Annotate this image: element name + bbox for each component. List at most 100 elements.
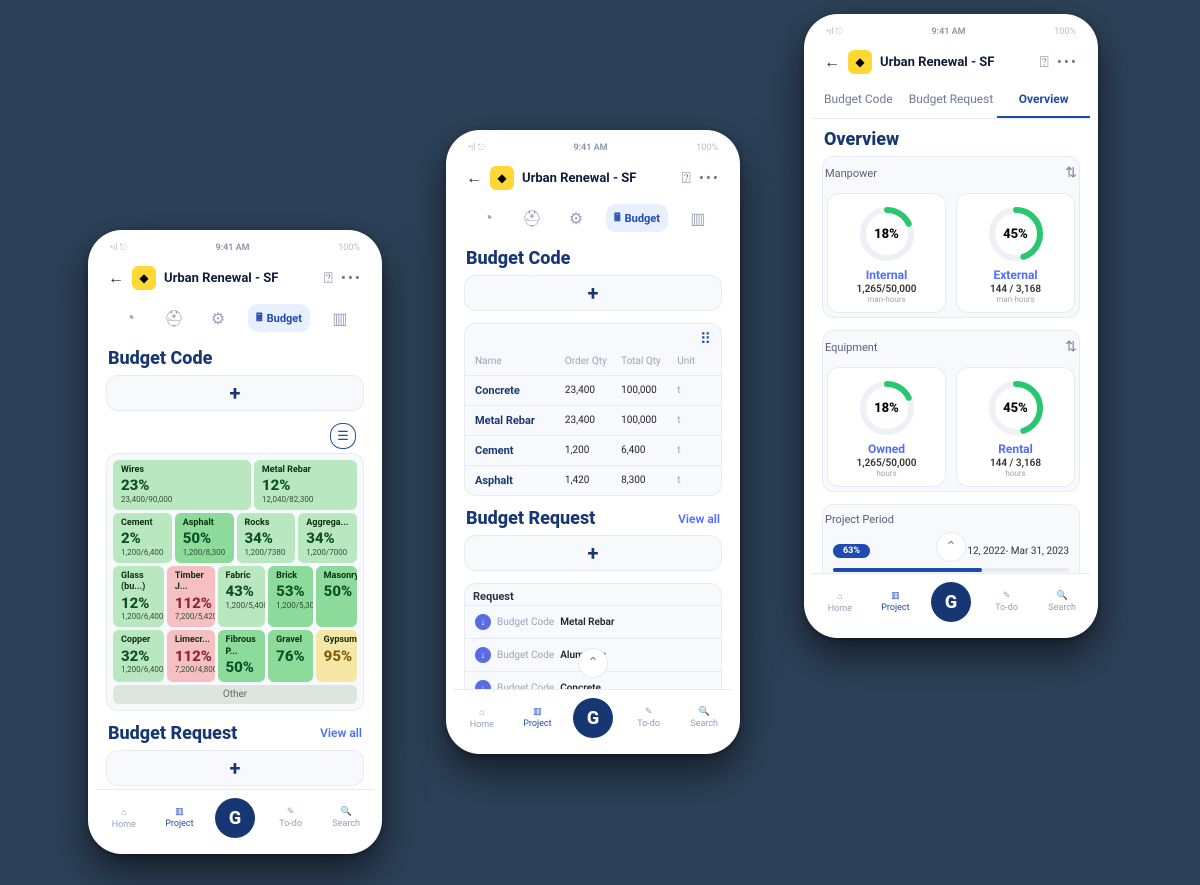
donut-card[interactable]: 45% External 144 / 3,168 man-hours [956,193,1075,313]
collapse-up-button[interactable]: ⌃ [578,648,608,678]
signal-icon: •ıl ⎋ [826,27,843,37]
treemap-cell[interactable]: Copper32%1,200/6,400 [113,630,164,681]
donut-card[interactable]: 18% Owned 1,265/50,000 hours [827,367,946,487]
tab-project[interactable]: ▥Project [510,707,566,729]
treemap-cell[interactable]: Gypsum...95% [316,630,357,681]
treemap-cell[interactable]: Gravel76% [268,630,313,681]
tab-fab[interactable]: G [207,798,263,838]
tab-search[interactable]: 🔍Search [1034,591,1090,613]
add-budget-code-button[interactable]: + [465,276,721,310]
treemap-cell[interactable]: Rocks34%1,200/7380 [237,513,296,563]
back-icon[interactable]: ← [466,168,482,188]
search-icon: 🔍 [699,707,710,717]
add-budget-request-button[interactable]: + [465,536,721,570]
donut-card[interactable]: 18% Internal 1,265/50,000 man-hours [827,193,946,313]
table-row[interactable]: Cement1,2006,400t [465,435,721,465]
add-user-icon[interactable]: ⍰ [682,169,691,187]
add-user-icon[interactable]: ⍰ [1040,53,1049,71]
tab-todo[interactable]: ✎To-do [979,591,1035,613]
back-icon[interactable]: ← [108,268,124,288]
tabbar: ⌂Home ▥Project G ✎To-do 🔍Search [96,789,374,846]
tab-project[interactable]: ▥Project [152,807,208,829]
tab-project[interactable]: ▥Project [868,591,924,613]
status-bar: •ıl ⎋ 9:41 AM 100% [812,22,1090,42]
fab-g-icon[interactable]: G [215,798,255,838]
header-bar: ← ◆ Urban Renewal - SF ⍰ ••• [812,42,1090,82]
seg-speedometer-icon[interactable]: ◔ [474,204,502,232]
tab-home[interactable]: ⌂Home [454,707,510,730]
tab-search[interactable]: 🔍Search [318,807,374,829]
budget-code-heading: Budget Code [466,248,722,269]
treemap-other[interactable]: Other [113,685,357,704]
search-icon: 🔍 [341,807,352,817]
more-icon[interactable]: ••• [341,269,362,287]
seg-mixer-icon[interactable]: ⚙ [562,204,590,232]
status-time: 9:41 AM [216,243,250,253]
seg-helmet-icon[interactable]: ⛑ [518,204,546,232]
swap-icon[interactable]: ⇅ [1065,339,1077,355]
treemap-cell[interactable]: Glass (bu...)12%1,200/6,400 [113,566,164,627]
fab-g-icon[interactable]: G [931,582,971,622]
home-icon: ⌂ [479,707,484,718]
seg-drawing-icon[interactable]: ▥ [684,204,712,232]
grid-view-toggle-icon[interactable]: ⠿ [700,330,711,348]
treemap-cell[interactable]: Cement2%1,200/6,400 [113,513,172,563]
donut-card[interactable]: 45% Rental 144 / 3,168 hours [956,367,1075,487]
fab-g-icon[interactable]: G [573,698,613,738]
seg-budget[interactable]: 🖩Budget [248,304,310,332]
download-icon: ↓ [475,647,491,663]
download-icon: ↓ [475,614,491,630]
tab-home[interactable]: ⌂Home [96,807,152,830]
app-logo-icon: ◆ [132,266,156,290]
tabbar: ⌂Home ▥Project G ✎To-do 🔍Search [812,573,1090,630]
treemap-cell[interactable]: Asphalt50%1,200/8,300 [175,513,234,563]
budget-request-heading: Budget Request [108,723,237,744]
tabbar: ⌂Home ▥Project G ✎To-do 🔍Search [454,689,732,746]
treemap-cell[interactable]: Fabric43%1,200/5,400 [218,566,266,627]
treemap-cell[interactable]: Masonry50% [316,566,357,627]
add-budget-request-button[interactable]: + [107,751,363,785]
subtab-budget-code[interactable]: Budget Code [812,82,905,118]
seg-budget[interactable]: 🖩Budget [606,204,668,232]
tab-search[interactable]: 🔍Search [676,707,732,729]
category-switcher: ◔ ⛑ ⚙ 🖩Budget ▥ [96,298,374,338]
back-icon[interactable]: ← [824,52,840,72]
seg-helmet-icon[interactable]: ⛑ [160,304,188,332]
request-row[interactable]: ↓Budget CodeMetal Rebar [465,605,721,638]
subtab-overview[interactable]: Overview [997,82,1090,118]
treemap-cell[interactable]: Timber J...112%7,200/5,420 [167,566,215,627]
collapse-up-button[interactable]: ⌃ [936,532,966,562]
seg-mixer-icon[interactable]: ⚙ [204,304,232,332]
table-row[interactable]: Metal Rebar23,400100,000t [465,405,721,435]
view-all-link[interactable]: View all [678,512,720,526]
status-time: 9:41 AM [574,143,608,153]
treemap-cell[interactable]: Aggrega...34%1,200/7000 [298,513,357,563]
treemap-cell[interactable]: Fibrous P...50% [218,630,266,681]
status-bar: •ıl ⎋ 9:41 AM 100% [454,138,732,158]
table-row[interactable]: Asphalt1,4208,300t [465,465,721,495]
list-view-toggle-icon[interactable]: ☰ [330,423,356,449]
view-all-link[interactable]: View all [320,726,362,740]
subtab-budget-request[interactable]: Budget Request [905,82,998,118]
period-pct-badge: 63% [833,544,870,558]
treemap-cell[interactable]: Metal Rebar12%12,040/82,300 [254,460,357,510]
project-icon: ▥ [891,591,900,601]
more-icon[interactable]: ••• [699,169,720,187]
treemap-cell[interactable]: Limecr...112%7,200/4,800 [167,630,215,681]
table-row[interactable]: Concrete23,400100,000t [465,375,721,405]
add-budget-code-button[interactable]: + [107,376,363,410]
budget-treemap[interactable]: Wires23%23,400/90,000 Metal Rebar12%12,0… [106,453,364,711]
treemap-cell[interactable]: Wires23%23,400/90,000 [113,460,251,510]
tab-todo[interactable]: ✎To-do [621,707,677,729]
swap-icon[interactable]: ⇅ [1065,165,1077,181]
treemap-cell[interactable]: Brick53%1,200/5,300 [268,566,313,627]
tab-fab[interactable]: G [923,582,979,622]
tab-home[interactable]: ⌂Home [812,591,868,614]
tab-todo[interactable]: ✎To-do [263,807,319,829]
more-icon[interactable]: ••• [1057,53,1078,71]
add-user-icon[interactable]: ⍰ [324,269,333,287]
tab-fab[interactable]: G [565,698,621,738]
seg-speedometer-icon[interactable]: ◔ [116,304,144,332]
seg-drawing-icon[interactable]: ▥ [326,304,354,332]
todo-icon: ✎ [287,807,295,817]
